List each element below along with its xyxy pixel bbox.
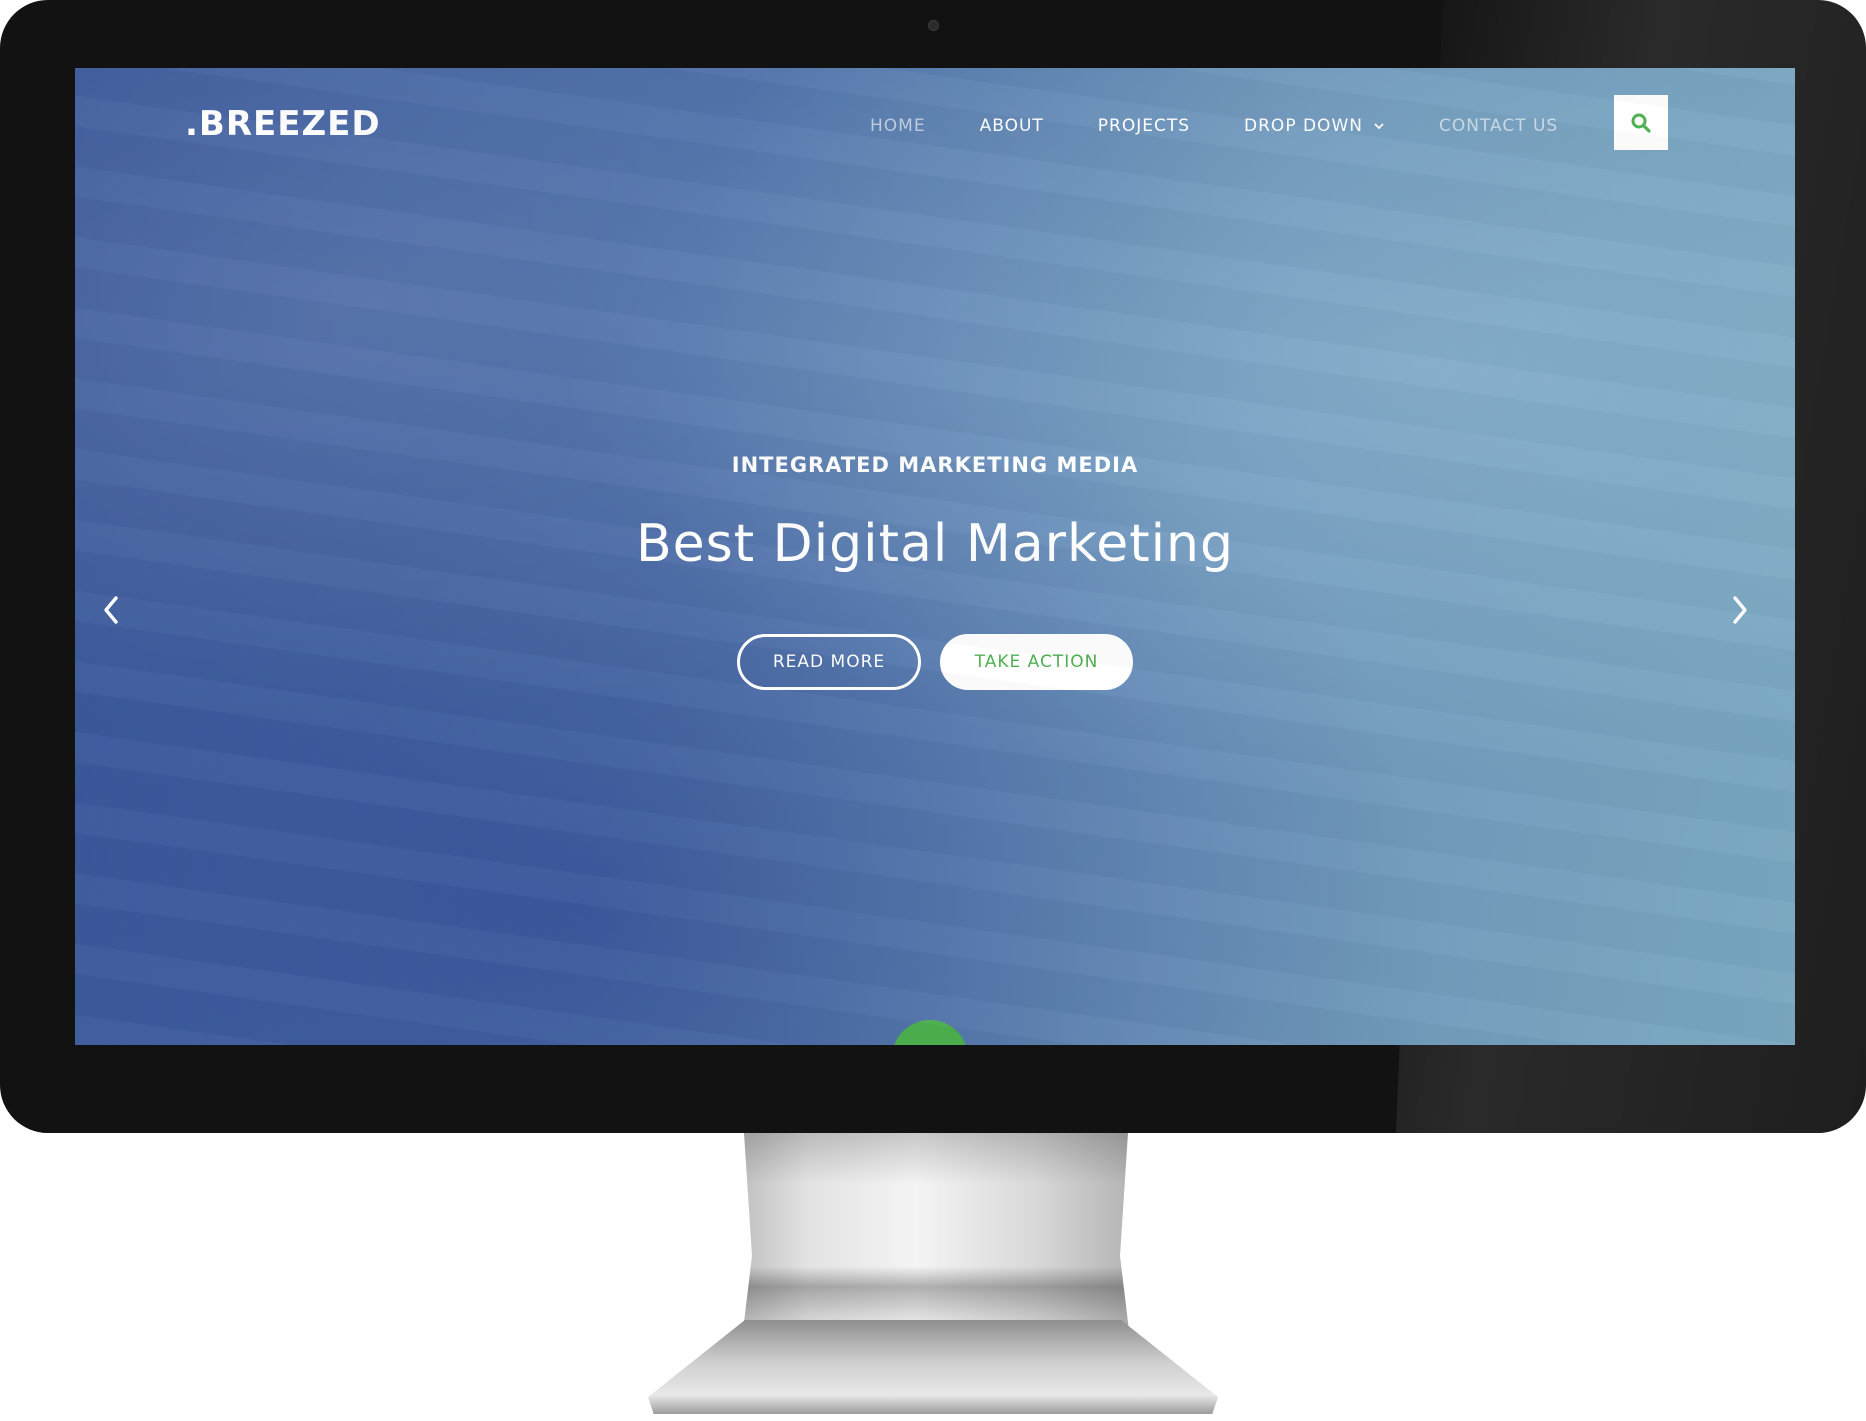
chevron-left-icon bbox=[104, 596, 118, 624]
nav-projects[interactable]: PROJECTS bbox=[1098, 116, 1190, 136]
search-button[interactable] bbox=[1614, 95, 1668, 150]
scroll-down-button[interactable] bbox=[892, 1020, 968, 1045]
nav-contact-us[interactable]: CONTACT US bbox=[1439, 116, 1558, 136]
read-more-button[interactable]: READ MORE bbox=[737, 634, 921, 690]
nav-home[interactable]: HOME bbox=[870, 116, 926, 136]
monitor-stand-base bbox=[648, 1320, 1218, 1414]
nav-about[interactable]: ABOUT bbox=[980, 116, 1044, 136]
chevron-right-icon bbox=[1733, 596, 1747, 624]
hero-buttons: READ MORE TAKE ACTION bbox=[75, 634, 1795, 690]
main-nav: HOME ABOUT PROJECTS DROP DOWN CONTACT US bbox=[870, 116, 1558, 136]
nav-drop-down-label: DROP DOWN bbox=[1244, 116, 1363, 136]
carousel-next-button[interactable] bbox=[1725, 590, 1755, 630]
chevron-down-icon bbox=[1374, 123, 1384, 130]
site-logo[interactable]: .BREEZED bbox=[185, 104, 381, 144]
carousel-prev-button[interactable] bbox=[96, 590, 126, 630]
website-screen: .BREEZED HOME ABOUT PROJECTS DROP DOWN C… bbox=[75, 68, 1795, 1045]
hero-title: Best Digital Marketing bbox=[635, 514, 1234, 574]
monitor-bezel: .BREEZED HOME ABOUT PROJECTS DROP DOWN C… bbox=[0, 0, 1866, 1133]
webcam bbox=[928, 20, 939, 31]
search-icon bbox=[1631, 113, 1651, 133]
nav-drop-down[interactable]: DROP DOWN bbox=[1244, 116, 1385, 136]
hero-kicker: INTEGRATED MARKETING MEDIA bbox=[731, 453, 1139, 477]
take-action-button[interactable]: TAKE ACTION bbox=[940, 634, 1133, 690]
